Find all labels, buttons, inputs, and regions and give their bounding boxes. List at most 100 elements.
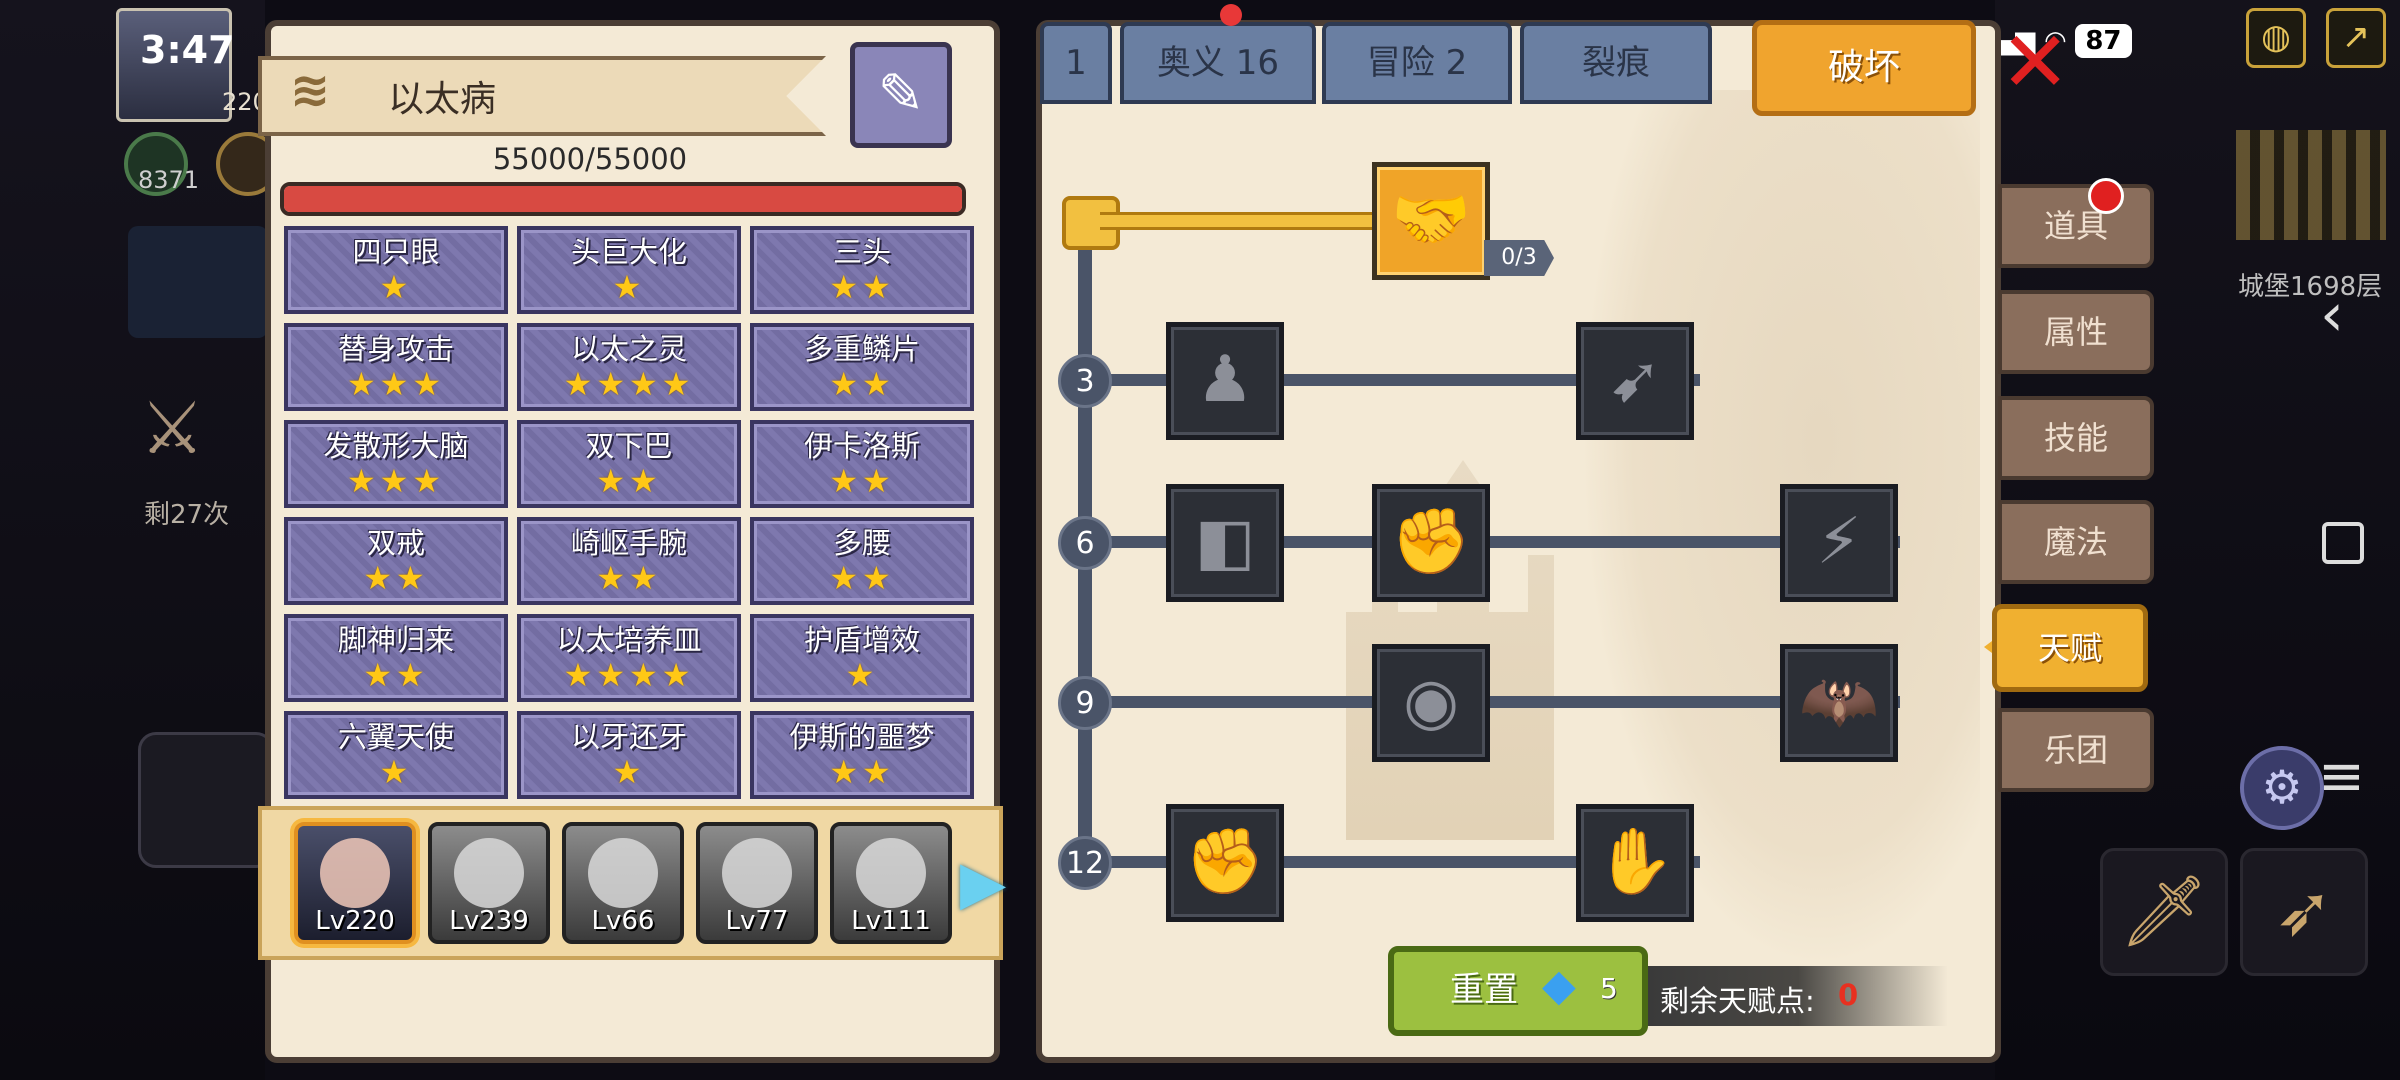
back-arrow-button[interactable]: [138, 732, 274, 868]
trait-stars: ★★: [363, 656, 429, 694]
hp-text: 55000/55000: [492, 142, 688, 176]
trait-cell[interactable]: 双戒 ★★: [284, 517, 508, 605]
trait-stars: ★★★★: [563, 656, 695, 694]
level-node-12: 12: [1058, 836, 1112, 890]
trait-name: 以太之灵: [570, 332, 687, 366]
arrow-shot-skill-icon[interactable]: ➹: [1576, 322, 1694, 440]
remaining-points-value: 0: [1838, 978, 1859, 1012]
hamburger-menu-icon[interactable]: ≡: [2318, 744, 2365, 809]
trait-cell[interactable]: 多重鳞片 ★★: [750, 323, 974, 411]
trait-cell[interactable]: 替身攻击 ★★★: [284, 323, 508, 411]
trait-cell[interactable]: 以太培养皿 ★★★★: [517, 614, 741, 702]
side-item-magic[interactable]: 魔法: [1998, 500, 2154, 584]
trait-stars: ★: [612, 753, 646, 791]
trait-stars: ★★★: [346, 462, 446, 500]
trait-stars: ★★: [363, 559, 429, 597]
side-item-items[interactable]: 道具: [1998, 184, 2154, 268]
trait-name: 以太培养皿: [556, 623, 702, 657]
stat-value: 8371: [138, 166, 200, 194]
side-item-skills[interactable]: 技能: [1998, 396, 2154, 480]
disease-title: 以太病: [388, 79, 497, 120]
character-slot[interactable]: Lv111: [830, 822, 952, 944]
trait-cell[interactable]: 头巨大化 ★: [517, 226, 741, 314]
syringe-icon[interactable]: ✎: [850, 42, 952, 148]
character-slot[interactable]: Lv220: [294, 822, 416, 944]
trait-stars: ★★★★: [563, 365, 695, 403]
scroll-right-arrow-icon[interactable]: ▶: [960, 848, 1006, 918]
level-node-6: 6: [1058, 516, 1112, 570]
trait-stars: ★★: [829, 559, 895, 597]
system-recents-icon[interactable]: [2322, 522, 2364, 564]
trait-name: 发散形大脑: [323, 429, 469, 463]
trait-name: 多重鳞片: [803, 332, 920, 366]
trait-name: 四只眼: [352, 235, 440, 269]
tab-destroy[interactable]: 破坏: [1752, 20, 1976, 116]
castle-minimap[interactable]: [2236, 130, 2386, 240]
status-clock: 3:47: [140, 28, 235, 72]
character-portrait: [588, 838, 658, 908]
sword-weapon-slot[interactable]: 🗡: [2100, 848, 2228, 976]
trait-stars: ★: [379, 268, 413, 306]
trait-cell[interactable]: 以太之灵 ★★★★: [517, 323, 741, 411]
hp-bar: [280, 182, 966, 216]
fist-punch-skill-icon[interactable]: ✊: [1372, 484, 1490, 602]
character-level: Lv111: [851, 906, 931, 936]
character-slot[interactable]: Lv239: [428, 822, 550, 944]
shield-break-skill-icon[interactable]: ◧: [1166, 484, 1284, 602]
muscle-body-skill-icon[interactable]: ♟: [1166, 322, 1284, 440]
character-portrait: [454, 838, 524, 908]
trait-cell[interactable]: 发散形大脑 ★★★: [284, 420, 508, 508]
tab-adventure[interactable]: 冒险 2: [1322, 22, 1512, 104]
ripple-skill-icon[interactable]: ◉: [1372, 644, 1490, 762]
tab-1[interactable]: 1: [1040, 22, 1112, 104]
trait-name: 伊斯的噩梦: [789, 720, 935, 754]
hp-bar-fill: [284, 186, 962, 212]
bow-weapon-slot[interactable]: ➶: [2240, 848, 2368, 976]
remaining-points-label: 剩余天赋点:: [1660, 984, 1815, 1018]
trait-name: 三头: [832, 235, 891, 269]
trait-name: 护盾增效: [803, 623, 920, 657]
side-item-talent[interactable]: 天赋: [1992, 604, 2148, 692]
trait-name: 六翼天使: [337, 720, 454, 754]
trait-cell[interactable]: 伊卡洛斯 ★★: [750, 420, 974, 508]
trait-cell[interactable]: 多腰 ★★: [750, 517, 974, 605]
character-slot[interactable]: Lv66: [562, 822, 684, 944]
exit-icon[interactable]: ↗: [2326, 8, 2386, 68]
character-level: Lv77: [725, 906, 789, 936]
trait-stars: ★: [612, 268, 646, 306]
notification-dot: [1220, 4, 1242, 26]
trait-cell[interactable]: 三头 ★★: [750, 226, 974, 314]
raised-fist-skill-icon[interactable]: ✊: [1166, 804, 1284, 922]
character-slot[interactable]: Lv77: [696, 822, 818, 944]
trait-name: 以牙还牙: [570, 720, 687, 754]
handshake-skill-icon[interactable]: 🤝: [1372, 162, 1490, 280]
side-item-attributes[interactable]: 属性: [1998, 290, 2154, 374]
crossed-swords-icon[interactable]: ⚔: [140, 386, 205, 470]
bat-wings-skill-icon[interactable]: 🦇: [1780, 644, 1898, 762]
character-level: Lv239: [449, 906, 529, 936]
settings-gear-icon[interactable]: ⚙: [2240, 746, 2324, 830]
trait-stars: ★: [845, 656, 879, 694]
trait-cell[interactable]: 伊斯的噩梦 ★★: [750, 711, 974, 799]
tab-rift[interactable]: 裂痕: [1520, 22, 1712, 104]
trait-stars: ★★: [829, 268, 895, 306]
trait-name: 脚神归来: [337, 623, 454, 657]
character-level: Lv66: [591, 906, 655, 936]
trait-cell[interactable]: 护盾增效 ★: [750, 614, 974, 702]
trait-cell[interactable]: 六翼天使 ★: [284, 711, 508, 799]
grip-hand-skill-icon[interactable]: ✋: [1576, 804, 1694, 922]
trait-cell[interactable]: 四只眼 ★: [284, 226, 508, 314]
sword-splash-skill-icon[interactable]: ⚡: [1780, 484, 1898, 602]
side-item-band[interactable]: 乐团: [1998, 708, 2154, 792]
system-back-icon[interactable]: ‹: [2320, 280, 2344, 350]
trait-cell[interactable]: 双下巴 ★★: [517, 420, 741, 508]
trait-cell[interactable]: 以牙还牙 ★: [517, 711, 741, 799]
reset-cost: 5: [1600, 972, 1618, 1005]
close-icon[interactable]: ✕: [2000, 20, 2070, 104]
trait-cell[interactable]: 脚神归来 ★★: [284, 614, 508, 702]
tab-ougi[interactable]: 奥义 16: [1120, 22, 1316, 104]
globe-icon[interactable]: ◍: [2246, 8, 2306, 68]
left-menu-button[interactable]: [128, 226, 268, 338]
diamond-icon: ◆: [1542, 960, 1576, 1011]
trait-cell[interactable]: 崎岖手腕 ★★: [517, 517, 741, 605]
